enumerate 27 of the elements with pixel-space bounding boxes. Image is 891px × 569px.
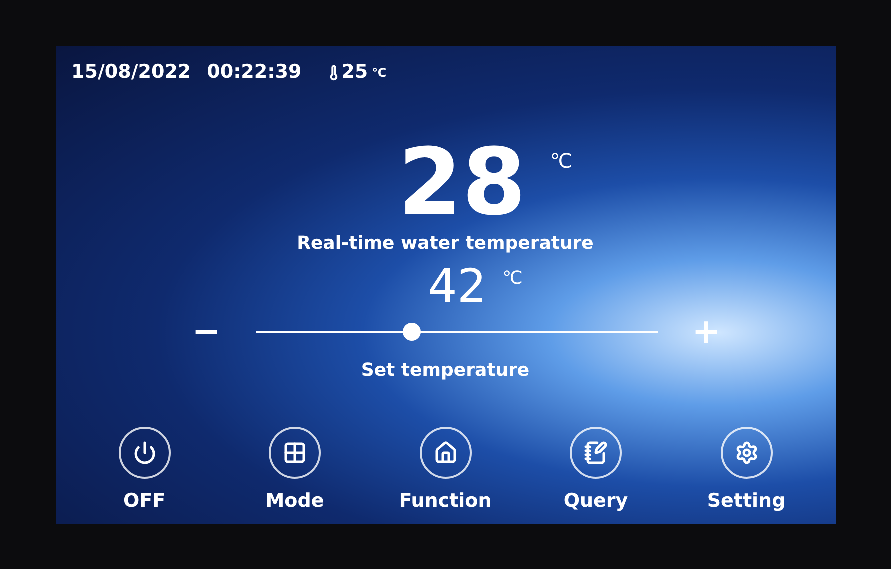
set-temperature-label: Set temperature <box>361 358 530 382</box>
menu-icon-button[interactable] <box>420 427 472 479</box>
temperature-unit: ℃ <box>502 266 523 290</box>
menu-label[interactable]: Function <box>399 487 492 516</box>
power-icon <box>132 441 156 465</box>
temperature-unit: ℃ <box>550 148 573 174</box>
water-temperature-value: 28 <box>398 138 526 228</box>
menu-label[interactable]: OFF <box>123 487 166 516</box>
menu-icon-button[interactable] <box>269 427 321 479</box>
decrease-button[interactable]: − <box>186 314 226 348</box>
menu-icon-button[interactable] <box>118 427 170 479</box>
date-text: 15/08/2022 <box>72 60 192 86</box>
temperature-unit: ℃ <box>372 64 387 82</box>
time-text: 00:22:39 <box>207 60 302 86</box>
house-icon <box>434 441 458 465</box>
menu-icon-button[interactable] <box>720 427 772 479</box>
grid-icon <box>283 441 307 465</box>
settings-icon <box>734 441 758 465</box>
menu-label[interactable]: Query <box>564 487 628 516</box>
slider-thumb[interactable] <box>403 322 422 340</box>
menu-label[interactable]: Mode <box>266 487 324 516</box>
water-temperature-label: Real-time water temperature <box>297 232 594 256</box>
menu-label[interactable]: Setting <box>707 487 786 516</box>
notepad-icon <box>584 441 608 465</box>
set-temperature-value: 42 <box>428 260 487 310</box>
ambient-temperature: 25 <box>342 60 368 86</box>
menu-icon-button[interactable] <box>570 427 622 479</box>
